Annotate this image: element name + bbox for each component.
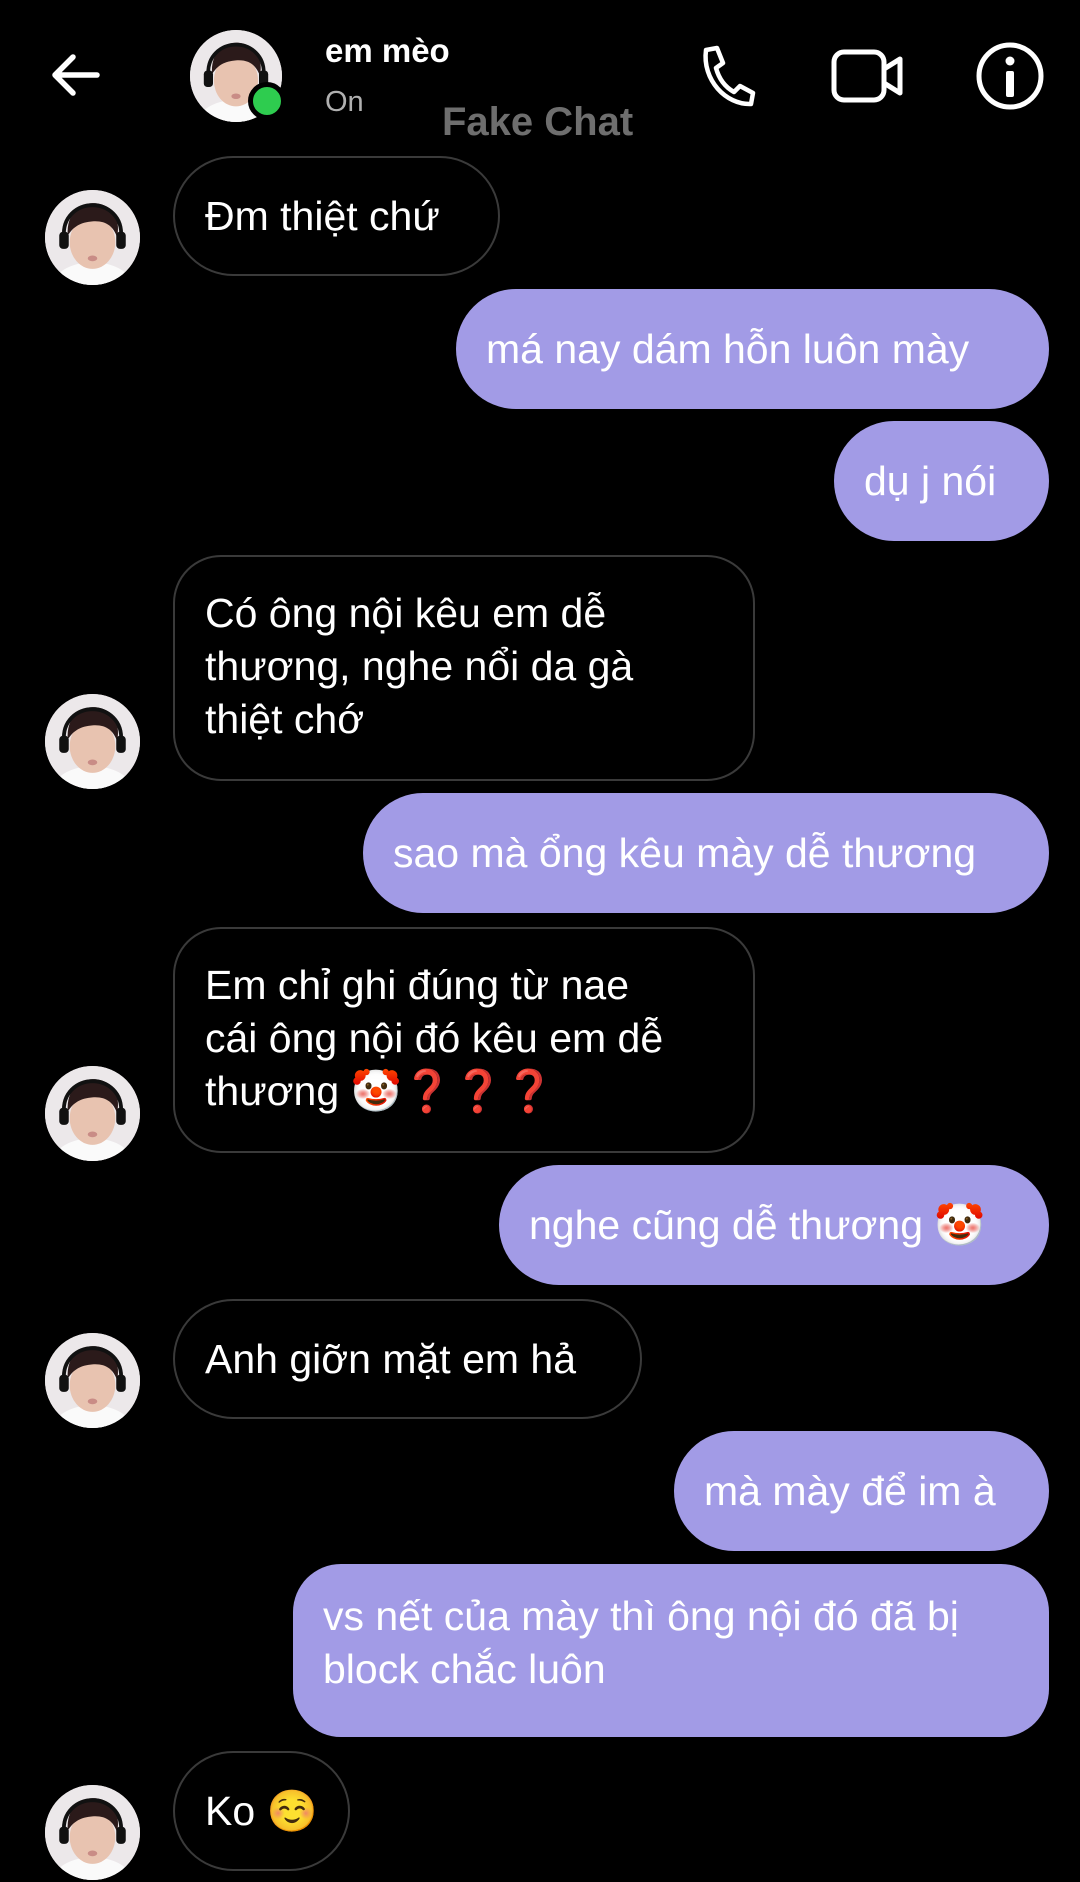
outgoing-message[interactable]: má nay dám hỗn luôn mày [456, 289, 1049, 409]
info-button[interactable] [972, 38, 1048, 114]
contact-name[interactable]: em mèo [325, 32, 450, 70]
outgoing-message[interactable]: dụ j nói [834, 421, 1049, 541]
contact-message-avatar[interactable] [45, 1066, 140, 1161]
contact-message-avatar[interactable] [45, 1333, 140, 1428]
outgoing-message[interactable]: vs nết của mày thì ông nội đó đã bị bloc… [293, 1564, 1049, 1737]
phone-icon [703, 45, 756, 107]
contact-message-avatar[interactable] [45, 694, 140, 789]
back-button[interactable] [45, 45, 105, 105]
contact-avatar[interactable] [190, 30, 286, 122]
watermark: Fake Chat [442, 100, 634, 144]
contact-message-avatar[interactable] [45, 1785, 140, 1880]
outgoing-message[interactable]: nghe cũng dễ thương 🤡 [499, 1165, 1049, 1285]
incoming-message[interactable]: Anh giỡn mặt em hả [173, 1299, 642, 1419]
outgoing-message[interactable]: mà mày để im à [674, 1431, 1049, 1551]
video-camera-icon [831, 49, 903, 103]
contact-message-avatar[interactable] [45, 190, 140, 285]
voice-call-button[interactable] [688, 38, 764, 114]
info-icon [976, 42, 1044, 110]
incoming-message[interactable]: Đm thiệt chứ [173, 156, 500, 276]
incoming-message[interactable]: Em chỉ ghi đúng từ nae cái ông nội đó kê… [173, 927, 755, 1153]
incoming-message[interactable]: Ko ☺️ [173, 1751, 350, 1871]
chat-header: em mèo On Fake Chat [0, 0, 1080, 150]
online-indicator [248, 82, 286, 120]
incoming-message[interactable]: Có ông nội kêu em dễ thương, nghe nổi da… [173, 555, 755, 781]
video-call-button[interactable] [830, 38, 906, 114]
outgoing-message[interactable]: sao mà ổng kêu mày dễ thương [363, 793, 1049, 913]
contact-status: On [325, 86, 364, 118]
back-arrow-icon [52, 54, 100, 96]
